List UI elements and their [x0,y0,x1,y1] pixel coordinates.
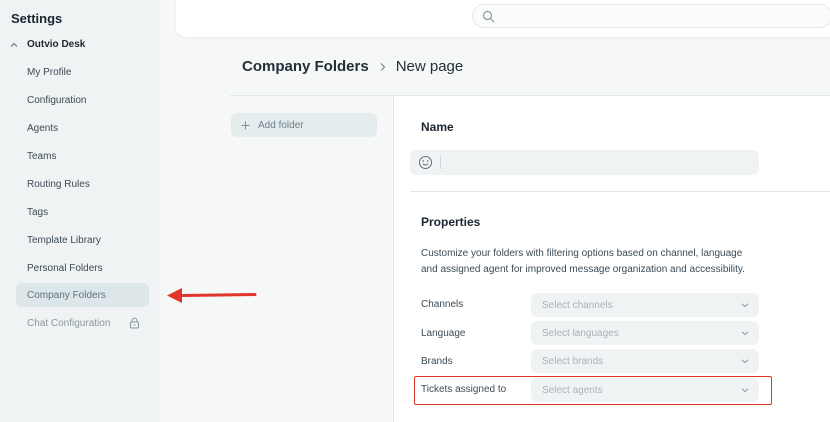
select-placeholder: Select brands [542,355,604,367]
brands-label: Brands [421,356,453,367]
sidebar: Settings Outvio Desk My Profile Configur… [0,0,160,422]
add-folder-button[interactable]: Add folder [231,113,377,137]
channels-select[interactable]: Select channels [531,293,759,317]
language-label: Language [421,328,466,339]
select-placeholder: Select languages [542,327,619,339]
brands-select[interactable]: Select brands [531,349,759,373]
sidebar-item-routing-rules[interactable]: Routing Rules [16,172,149,196]
chevron-down-icon [741,331,749,336]
breadcrumb: Company Folders New page [242,58,463,75]
top-bar [176,0,830,37]
sidebar-item-label: Template Library [27,234,101,246]
chevron-down-icon [741,303,749,308]
sidebar-item-label: Chat Configuration [27,317,111,329]
sidebar-item-template-library[interactable]: Template Library [16,228,149,252]
sidebar-title: Settings [11,11,63,26]
sidebar-item-tags[interactable]: Tags [16,200,149,224]
sidebar-item-configuration[interactable]: Configuration [16,88,149,112]
sidebar-item-label: Tags [27,206,49,218]
sidebar-item-agents[interactable]: Agents [16,116,149,140]
divider [410,191,830,192]
sidebar-item-label: Agents [27,122,59,134]
sidebar-item-label: Company Folders [27,289,106,301]
sidebar-item-label: Teams [27,150,57,162]
sidebar-item-teams[interactable]: Teams [16,144,149,168]
name-section-title: Name [421,120,454,134]
sidebar-item-company-folders[interactable]: Company Folders [16,283,149,307]
search-input[interactable] [472,4,830,28]
sidebar-item-label: My Profile [27,66,72,78]
sidebar-group-outvio-desk[interactable]: Outvio Desk [10,39,85,50]
channels-label: Channels [421,299,464,310]
select-placeholder: Select channels [542,299,613,311]
highlight-box [414,376,772,405]
page-title: New page [395,58,464,75]
annotation-arrow-icon [167,288,257,303]
sidebar-item-label: Routing Rules [27,178,90,190]
chevron-down-icon [741,359,749,364]
sidebar-item-label: Configuration [27,94,87,106]
sidebar-group-label: Outvio Desk [27,39,86,50]
emoji-icon[interactable] [418,155,433,170]
chevron-up-icon [10,42,18,47]
sidebar-item-personal-folders[interactable]: Personal Folders [16,256,149,280]
text-cursor [440,156,441,169]
properties-section-title: Properties [421,215,481,229]
sidebar-item-label: Personal Folders [27,262,103,274]
language-select[interactable]: Select languages [531,321,759,345]
divider [393,95,394,422]
chevron-right-icon [380,62,385,71]
sidebar-item-my-profile[interactable]: My Profile [16,60,149,84]
folder-name-input[interactable] [410,150,759,175]
search-icon [482,10,495,23]
lock-icon [130,317,139,329]
add-folder-label: Add folder [258,119,304,131]
properties-description: Customize your folders with filtering op… [421,248,745,275]
breadcrumb-company-folders[interactable]: Company Folders [242,58,369,75]
plus-icon [241,121,250,129]
sidebar-item-chat-configuration[interactable]: Chat Configuration [16,311,149,335]
